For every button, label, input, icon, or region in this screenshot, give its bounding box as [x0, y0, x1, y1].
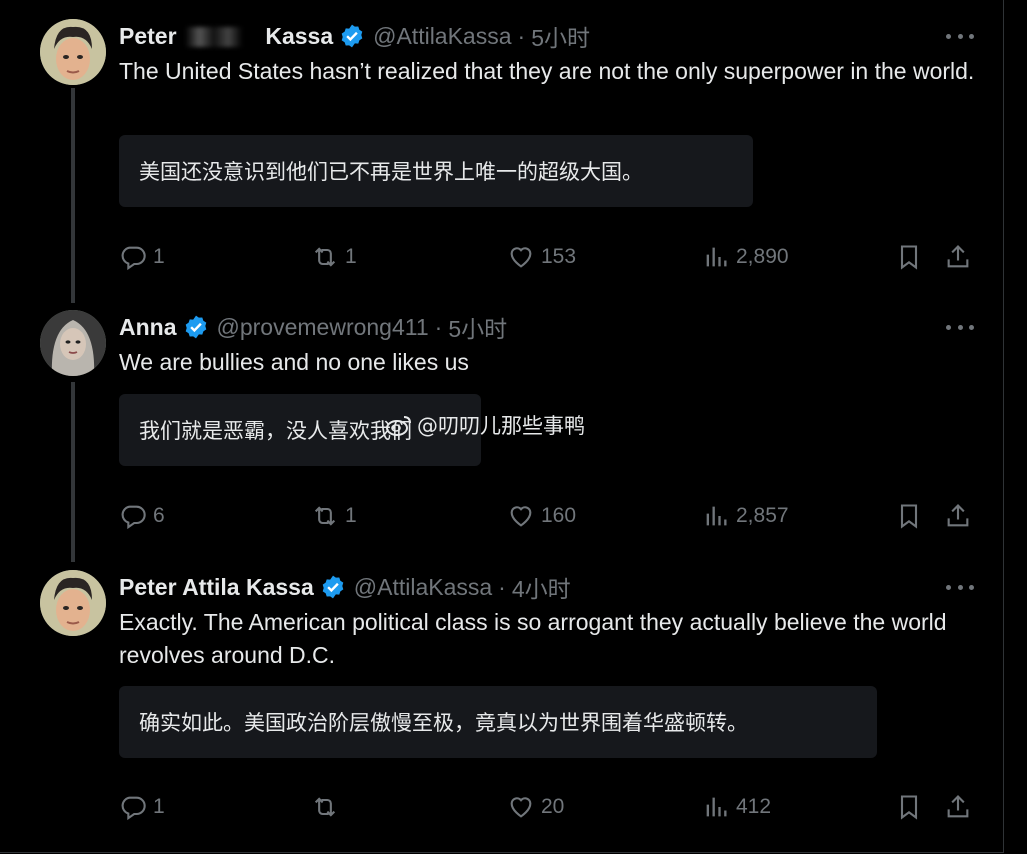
reply-count: 1: [153, 245, 165, 268]
handle[interactable]: @AttilaKassa: [354, 574, 492, 601]
avatar[interactable]: [40, 570, 106, 636]
like-button[interactable]: 153: [507, 242, 576, 272]
separator: ·: [498, 573, 506, 600]
separator: ·: [434, 313, 443, 340]
repost-icon: [314, 506, 336, 526]
share-button[interactable]: [944, 242, 972, 272]
share-button[interactable]: [944, 792, 972, 822]
repost-button[interactable]: 1: [311, 501, 357, 531]
heart-icon: [510, 506, 532, 527]
avatar[interactable]: [40, 310, 106, 376]
reply-button[interactable]: 6: [119, 501, 165, 531]
repost-count: 1: [345, 504, 357, 527]
tweet-text: We are bullies and no one likes us: [119, 349, 469, 375]
avatar-image: [40, 310, 106, 376]
reply-icon: [121, 505, 146, 530]
verified-badge-icon: [185, 315, 206, 339]
repost-icon: [314, 247, 336, 267]
more-options-icon[interactable]: [946, 578, 974, 596]
share-icon: [947, 795, 969, 818]
tweet-text: Exactly. The American political class is…: [119, 609, 947, 668]
tweet[interactable]: Peter Attila Kassa @AttilaKassa · 4小时 Ex…: [0, 570, 1000, 840]
display-name[interactable]: Peter Attila Kassa: [119, 574, 314, 601]
like-button[interactable]: 160: [507, 501, 576, 531]
like-count: 20: [541, 795, 565, 818]
tweet-header: Peter Kassa @AttilaKassa · 5小时: [119, 19, 590, 53]
action-bar: 1 1 153 2,890: [119, 242, 979, 272]
like-count: 153: [541, 245, 577, 268]
tweet[interactable]: Peter Kassa @AttilaKassa · 5小时 The Unite…: [0, 19, 1000, 289]
view-count: 412: [736, 795, 772, 818]
heart-icon: [510, 247, 532, 268]
views-icon: [706, 797, 727, 817]
reply-button[interactable]: 1: [119, 242, 165, 272]
action-bar: 6 1 160 2,857: [119, 501, 979, 531]
bookmark-icon: [900, 504, 918, 529]
share-icon: [947, 504, 969, 527]
timestamp[interactable]: 5小时: [448, 310, 507, 344]
redaction-blur: [184, 27, 257, 48]
tweet-header: Peter Attila Kassa @AttilaKassa · 4小时: [119, 570, 571, 604]
like-button[interactable]: 20: [507, 792, 564, 822]
repost-icon: [314, 797, 336, 817]
translation-box: 美国还没意识到他们已不再是世界上唯一的超级大国。: [119, 135, 753, 207]
watermark-text: @叨叨儿那些事鸭: [417, 414, 585, 438]
repost-count: 1: [345, 245, 357, 268]
translation-text: 美国还没意识到他们已不再是世界上唯一的超级大国。: [139, 160, 643, 184]
translation-text: 确实如此。美国政治阶层傲慢至极，竟真以为世界围着华盛顿转。: [139, 711, 748, 735]
action-bar: 1 20 412: [119, 792, 979, 822]
views-button[interactable]: 2,890: [702, 242, 789, 272]
separator: ·: [517, 22, 526, 49]
tweet-header: Anna @provemewrong411 · 5小时: [119, 310, 507, 344]
more-options-icon[interactable]: [946, 318, 974, 336]
timestamp[interactable]: 5小时: [531, 19, 590, 53]
repost-button[interactable]: [311, 792, 345, 822]
timestamp[interactable]: 4小时: [512, 570, 571, 604]
reply-icon: [121, 796, 146, 821]
views-icon: [706, 247, 727, 267]
bookmark-icon: [900, 245, 918, 270]
reply-count: 6: [153, 504, 165, 527]
translation-text: 我们就是恶霸，没人喜欢我们: [139, 419, 412, 443]
weibo-icon: [386, 416, 411, 436]
view-count: 2,857: [736, 504, 789, 527]
views-button[interactable]: 412: [702, 792, 771, 822]
like-count: 160: [541, 504, 577, 527]
handle[interactable]: @AttilaKassa: [373, 23, 511, 50]
view-count: 2,890: [736, 245, 789, 268]
display-name[interactable]: Peter Kassa: [119, 23, 333, 50]
bookmark-button[interactable]: [895, 242, 923, 272]
handle[interactable]: @provemewrong411: [217, 314, 429, 341]
verified-badge-icon: [322, 575, 344, 599]
bookmark-button[interactable]: [895, 501, 923, 531]
display-name[interactable]: Anna: [119, 314, 177, 341]
share-icon: [947, 245, 969, 268]
views-button[interactable]: 2,857: [702, 501, 789, 531]
more-options-icon[interactable]: [946, 27, 974, 45]
reply-icon: [121, 246, 146, 271]
bookmark-icon: [900, 795, 918, 820]
avatar-image: [40, 570, 106, 636]
avatar[interactable]: [40, 19, 106, 85]
watermark: @叨叨儿那些事鸭: [385, 410, 585, 440]
tweet-text: The United States hasn’t realized that t…: [119, 58, 975, 84]
repost-button[interactable]: 1: [311, 242, 357, 272]
bookmark-button[interactable]: [895, 792, 923, 822]
translation-box: 确实如此。美国政治阶层傲慢至极，竟真以为世界围着华盛顿转。: [119, 686, 877, 758]
share-button[interactable]: [944, 501, 972, 531]
views-icon: [706, 506, 727, 526]
verified-badge-icon: [341, 24, 363, 48]
avatar-image: [40, 19, 106, 85]
heart-icon: [510, 797, 532, 818]
reply-button[interactable]: 1: [119, 792, 165, 822]
reply-count: 1: [153, 795, 165, 818]
